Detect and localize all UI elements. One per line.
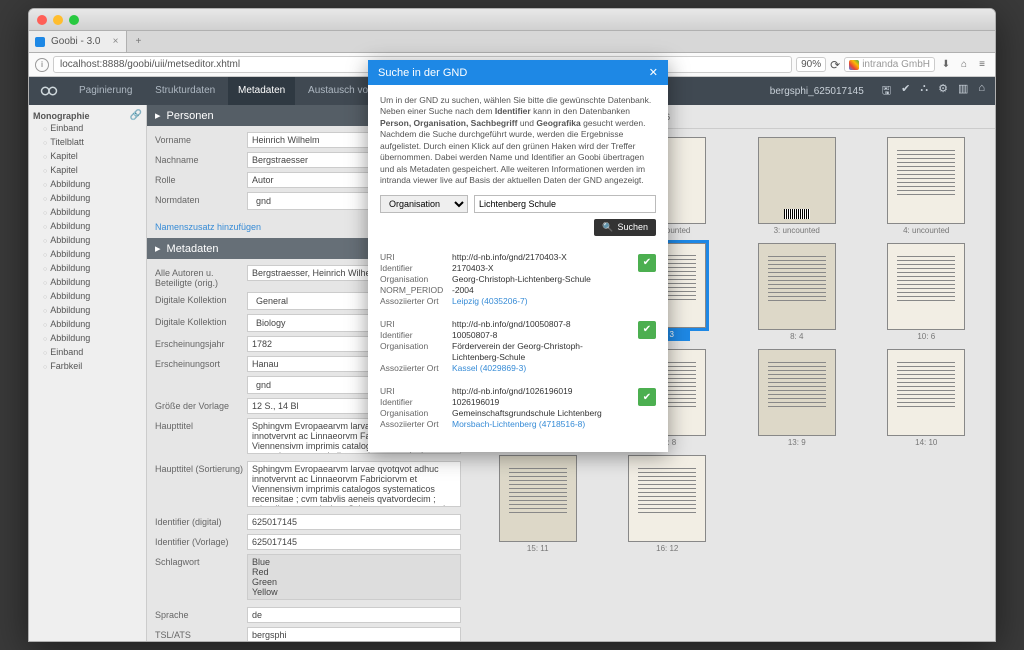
save-icon[interactable]: 🖫 xyxy=(882,82,891,101)
gnd-search-modal: Suche in der GND ✕ Um in der GND zu such… xyxy=(368,60,668,452)
thumbnail[interactable]: 15: 11 xyxy=(477,455,599,553)
thumb-caption: 4: uncounted xyxy=(903,224,949,235)
link-icon[interactable]: 🔗 xyxy=(130,110,142,121)
search-query-input[interactable] xyxy=(474,195,656,213)
thumb-caption: 8: 4 xyxy=(790,330,803,341)
sort-input[interactable]: Sphingvm Evropaearvm larvae qvotqvot adh… xyxy=(247,461,461,507)
help-icon[interactable]: ▥ xyxy=(958,82,968,101)
modal-description: Um in der GND zu suchen, wählen Sie bitt… xyxy=(380,95,656,187)
thumb-caption: 10: 6 xyxy=(917,330,935,341)
menu-icon[interactable]: ≡ xyxy=(975,59,989,70)
tree-item[interactable]: Abbildung xyxy=(31,276,144,290)
browser-tab[interactable]: Goobi - 3.0 × xyxy=(29,31,127,52)
thumbnail[interactable]: 4: uncounted xyxy=(866,137,988,235)
site-info-icon[interactable]: i xyxy=(35,58,49,72)
tree-item[interactable]: Einband xyxy=(31,346,144,360)
thumbnail[interactable]: 3: uncounted xyxy=(736,137,858,235)
tree-root[interactable]: Monographie🔗 xyxy=(31,109,144,122)
zoom-level[interactable]: 90% xyxy=(796,57,826,72)
thumb-caption: 13: 9 xyxy=(788,436,806,447)
tree-item[interactable]: Abbildung xyxy=(31,248,144,262)
tsl-input[interactable] xyxy=(247,627,461,641)
modal-title: Suche in der GND xyxy=(378,67,467,79)
accept-result-button[interactable]: ✔ xyxy=(638,254,656,272)
tree-item[interactable]: Abbildung xyxy=(31,332,144,346)
sprache-input[interactable] xyxy=(247,607,461,623)
thumbnail[interactable]: 10: 6 xyxy=(866,243,988,341)
nav-strukturdaten[interactable]: Strukturdaten xyxy=(145,77,225,105)
reload-icon[interactable]: ⟳ xyxy=(830,58,840,72)
tree-item[interactable]: Kapitel xyxy=(31,164,144,178)
thumbnail[interactable]: 8: 4 xyxy=(736,243,858,341)
tab-title: Goobi - 3.0 xyxy=(51,36,100,47)
home-icon[interactable]: ⌂ xyxy=(957,59,971,70)
accept-result-button[interactable]: ✔ xyxy=(638,321,656,339)
label: Nachname xyxy=(155,152,247,165)
thumbnail[interactable]: 13: 9 xyxy=(736,349,858,447)
thumb-caption: 3: uncounted xyxy=(774,224,820,235)
schlagwort-input[interactable]: Blue Red Green Yellow xyxy=(247,554,461,600)
thumbnail[interactable]: 16: 12 xyxy=(607,455,729,553)
label: Vorname xyxy=(155,132,247,145)
close-tab-icon[interactable]: × xyxy=(113,36,119,47)
app-logo[interactable] xyxy=(29,82,69,100)
tree-item[interactable]: Abbildung xyxy=(31,192,144,206)
google-icon xyxy=(849,60,859,70)
check-icon[interactable]: ✔ xyxy=(901,82,910,101)
tree-item[interactable]: Titelblatt xyxy=(31,136,144,150)
thumb-caption: 14: 10 xyxy=(915,436,937,447)
process-id[interactable]: bergsphi_625017145 xyxy=(762,86,872,97)
thumb-caption: 15: 11 xyxy=(527,542,549,553)
label: Normdaten xyxy=(155,192,247,205)
modal-header: Suche in der GND ✕ xyxy=(368,60,668,85)
browser-tabs: Goobi - 3.0 × + xyxy=(29,31,995,53)
download-icon[interactable]: ⬇ xyxy=(939,59,953,70)
tree-item[interactable]: Abbildung xyxy=(31,234,144,248)
thumb-caption: 16: 12 xyxy=(656,542,678,553)
new-tab-button[interactable]: + xyxy=(127,36,149,47)
search-result: URIhttp://d-nb.info/gnd/1026196019Identi… xyxy=(380,386,656,430)
accept-result-button[interactable]: ✔ xyxy=(638,388,656,406)
nav-paginierung[interactable]: Paginierung xyxy=(69,77,142,105)
tree-item[interactable]: Abbildung xyxy=(31,262,144,276)
close-window[interactable] xyxy=(37,15,47,25)
nav-metadaten[interactable]: Metadaten xyxy=(228,77,295,105)
tree-item[interactable]: Abbildung xyxy=(31,304,144,318)
tree-item[interactable]: Abbildung xyxy=(31,318,144,332)
validate-icon[interactable]: ⛬ xyxy=(920,82,928,101)
modal-close-icon[interactable]: ✕ xyxy=(649,66,658,79)
tree-item[interactable]: Abbildung xyxy=(31,178,144,192)
maximize-window[interactable] xyxy=(69,15,79,25)
search-box[interactable]: intranda GmbH xyxy=(844,57,935,72)
tree-item[interactable]: Abbildung xyxy=(31,220,144,234)
thumbnail[interactable]: 14: 10 xyxy=(866,349,988,447)
category-select[interactable]: Organisation xyxy=(380,195,468,213)
titlebar xyxy=(29,9,995,31)
id-digital-input[interactable] xyxy=(247,514,461,530)
tree-item[interactable]: Abbildung xyxy=(31,290,144,304)
label: Rolle xyxy=(155,172,247,185)
tree-item[interactable]: Kapitel xyxy=(31,150,144,164)
favicon xyxy=(35,37,45,47)
settings-icon[interactable]: ⚙ xyxy=(938,82,948,101)
structure-tree: Monographie🔗 EinbandTitelblattKapitelKap… xyxy=(29,105,147,641)
minimize-window[interactable] xyxy=(53,15,63,25)
tree-item[interactable]: Abbildung xyxy=(31,206,144,220)
search-result: URIhttp://d-nb.info/gnd/2170403-XIdentif… xyxy=(380,252,656,307)
tree-item[interactable]: Einband xyxy=(31,122,144,136)
home-nav-icon[interactable]: ⌂ xyxy=(978,82,985,101)
id-vorlage-input[interactable] xyxy=(247,534,461,550)
search-result: URIhttp://d-nb.info/gnd/10050807-8Identi… xyxy=(380,319,656,374)
tree-item[interactable]: Farbkeil xyxy=(31,360,144,374)
search-button[interactable]: 🔍 Suchen xyxy=(594,219,656,236)
